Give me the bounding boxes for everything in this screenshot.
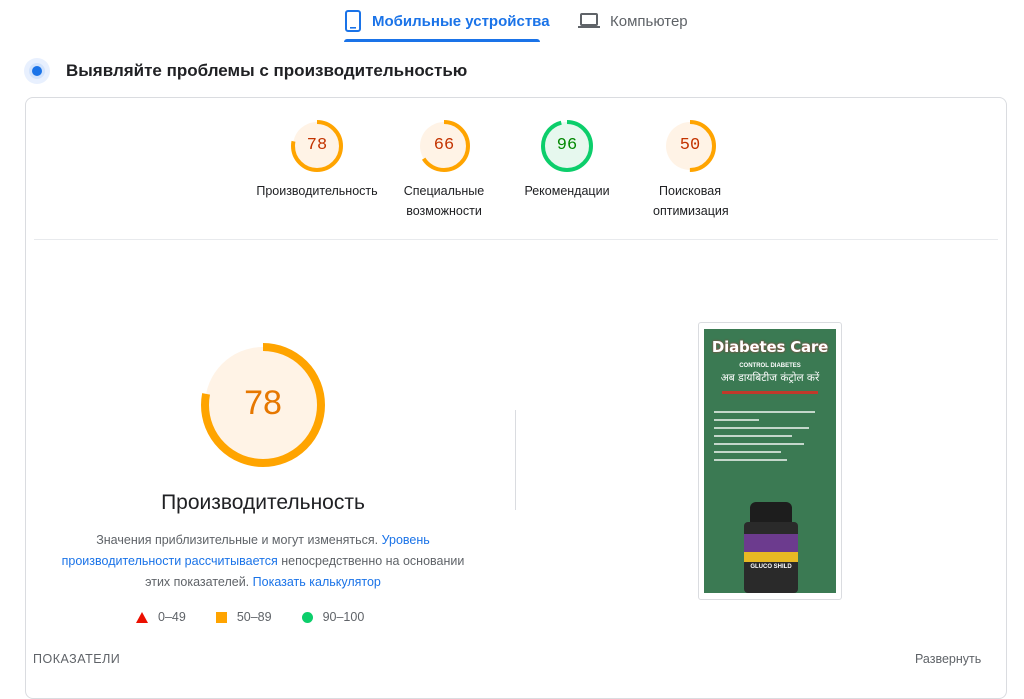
tab-mobile[interactable]: Мобильные устройства: [344, 0, 550, 42]
performance-gauge-large: 78: [201, 343, 325, 467]
gauge-value: 96: [556, 136, 578, 155]
smartphone-icon: [344, 10, 362, 32]
gauge-value: 66: [433, 136, 455, 155]
circle-icon: [301, 611, 313, 623]
screenshot-image: Diabetes Care CONTROL DIABETES अब डायबिट…: [704, 329, 836, 593]
legend-pass: 90–100: [301, 610, 365, 624]
legend-average-range: 50–89: [236, 610, 272, 624]
gauge-label: Рекомендации: [524, 184, 610, 198]
gauge-value: 78: [306, 136, 328, 155]
laptop-icon: [578, 12, 600, 30]
screenshot-title: Diabetes Care: [711, 338, 829, 356]
screenshot-text-lines: [714, 411, 826, 467]
section-title: Выявляйте проблемы с производительностью: [66, 61, 468, 80]
form-factor-tabs: Мобильные устройства Компьютер: [0, 0, 1024, 44]
gauge-circle: 78: [291, 120, 343, 172]
gauge-accessibility[interactable]: 66 Специальные возможности: [379, 120, 509, 221]
report-card: 78 Производительность 66 Специальные воз…: [25, 97, 1007, 699]
divider: [34, 239, 998, 240]
legend-pass-range: 90–100: [322, 610, 365, 624]
legend-fail-range: 0–49: [158, 610, 186, 624]
gauge-circle: 66: [418, 120, 470, 172]
product-name: GLUCO SHILD: [750, 564, 792, 570]
tab-desktop[interactable]: Компьютер: [578, 0, 688, 42]
page-screenshot: Diabetes Care CONTROL DIABETES अब डायबिट…: [698, 322, 842, 600]
score-note: Значения приблизительные и могут изменят…: [58, 530, 468, 593]
gauge-performance[interactable]: 78 Производительность: [252, 120, 382, 201]
legend-fail: 0–49: [136, 610, 186, 624]
square-icon: [215, 611, 227, 623]
gauge-label: Поисковая оптимизация: [653, 184, 729, 218]
gauge-circle: 96: [541, 120, 593, 172]
gauge-circle: 50: [664, 120, 716, 172]
gauge-best-practices[interactable]: 96 Рекомендации: [502, 120, 632, 201]
expand-button[interactable]: Развернуть: [915, 652, 981, 666]
gauge-value: 50: [679, 136, 701, 155]
show-calculator-link[interactable]: Показать калькулятор: [253, 575, 381, 589]
active-tab-indicator: [344, 39, 540, 42]
score-legend: 0–49 50–89 90–100: [136, 610, 364, 624]
product-bottle: GLUCO SHILD: [742, 502, 800, 593]
note-text-1: Значения приблизительные и могут изменят…: [96, 533, 379, 547]
screenshot-subtitle: CONTROL DIABETES: [739, 363, 801, 369]
legend-average: 50–89: [215, 610, 272, 624]
vertical-separator: [515, 410, 516, 510]
performance-score: 78: [244, 384, 282, 422]
section-header: Выявляйте проблемы с производительностью: [24, 58, 467, 84]
lighthouse-icon: [24, 58, 50, 84]
gauge-label: Специальные возможности: [403, 184, 485, 218]
tab-desktop-label: Компьютер: [610, 12, 688, 30]
screenshot-red-line: [722, 391, 818, 394]
tab-mobile-label: Мобильные устройства: [372, 12, 550, 30]
screenshot-hindi-text: अब डायबिटीज कंट्रोल करें: [720, 372, 820, 384]
gauge-seo[interactable]: 50 Поисковая оптимизация: [625, 120, 755, 221]
metrics-heading: ПОКАЗАТЕЛИ: [33, 652, 121, 666]
score-gauges: 78 Производительность 66 Специальные воз…: [256, 120, 736, 230]
gauge-label: Производительность: [256, 184, 378, 198]
performance-title: Производительность: [161, 491, 365, 514]
triangle-icon: [136, 611, 148, 623]
